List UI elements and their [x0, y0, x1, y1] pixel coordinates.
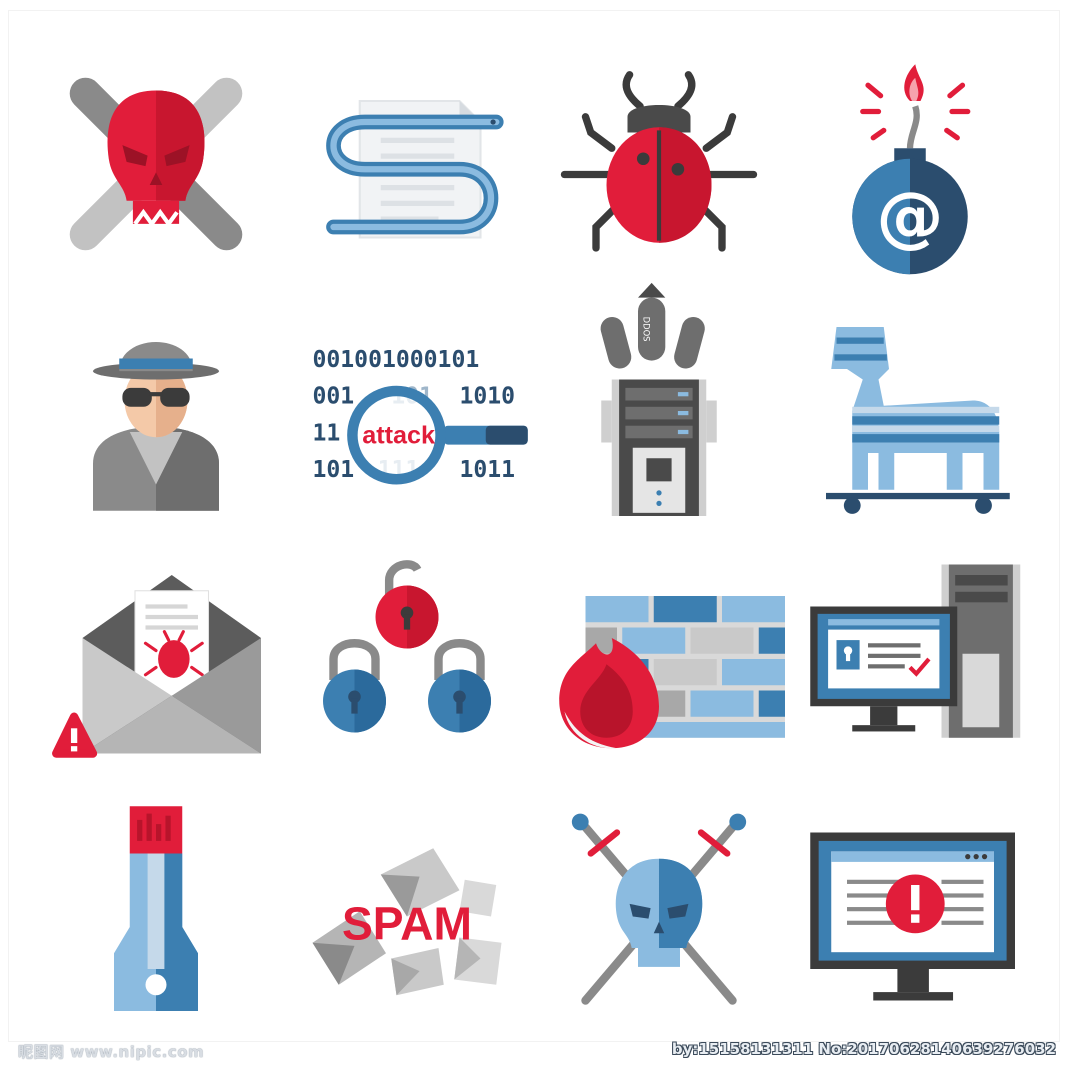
email-bomb-icon: @ [785, 40, 1037, 288]
icon-grid: @ 001001000101 001 101 1010 11 101 111 [30, 40, 1036, 1030]
attack-label: attack [362, 422, 436, 450]
trojan-horse-icon [785, 288, 1037, 536]
at-symbol: @ [877, 177, 944, 255]
binary-row-4c: 1011 [460, 457, 516, 483]
bug-icon [533, 40, 785, 288]
infected-email-icon [30, 535, 282, 783]
spam-envelopes-icon: SPAM [282, 783, 534, 1031]
binary-attack-magnifier-icon: 001001000101 001 101 1010 11 101 111 101… [282, 288, 534, 536]
ddos-server-icon: DDOS [533, 283, 785, 536]
binary-row-2a: 001 [313, 384, 355, 410]
watermark-left: 昵图网 www.nipic.com [18, 1043, 205, 1061]
secure-computer-icon [785, 535, 1037, 783]
hacker-spy-icon [30, 288, 282, 536]
skull-crossbones-icon [30, 40, 282, 288]
binary-row-1: 001001000101 [313, 347, 480, 373]
watermark-right: by:15158131311 No:20170628140639276032 [671, 1040, 1056, 1058]
monitor-alert-icon [785, 783, 1037, 1031]
usb-key-icon [30, 783, 282, 1031]
binary-row-3a: 11 [313, 421, 341, 447]
padlocks-icon [282, 535, 534, 783]
worm-document-icon [282, 40, 534, 288]
skull-swords-icon [533, 783, 785, 1031]
firewall-icon [533, 535, 785, 783]
binary-row-2c: 1010 [460, 384, 516, 410]
binary-row-4a: 101 [313, 457, 355, 483]
spam-label: SPAM [342, 898, 472, 950]
ddos-label-1: DDOS [641, 317, 651, 342]
